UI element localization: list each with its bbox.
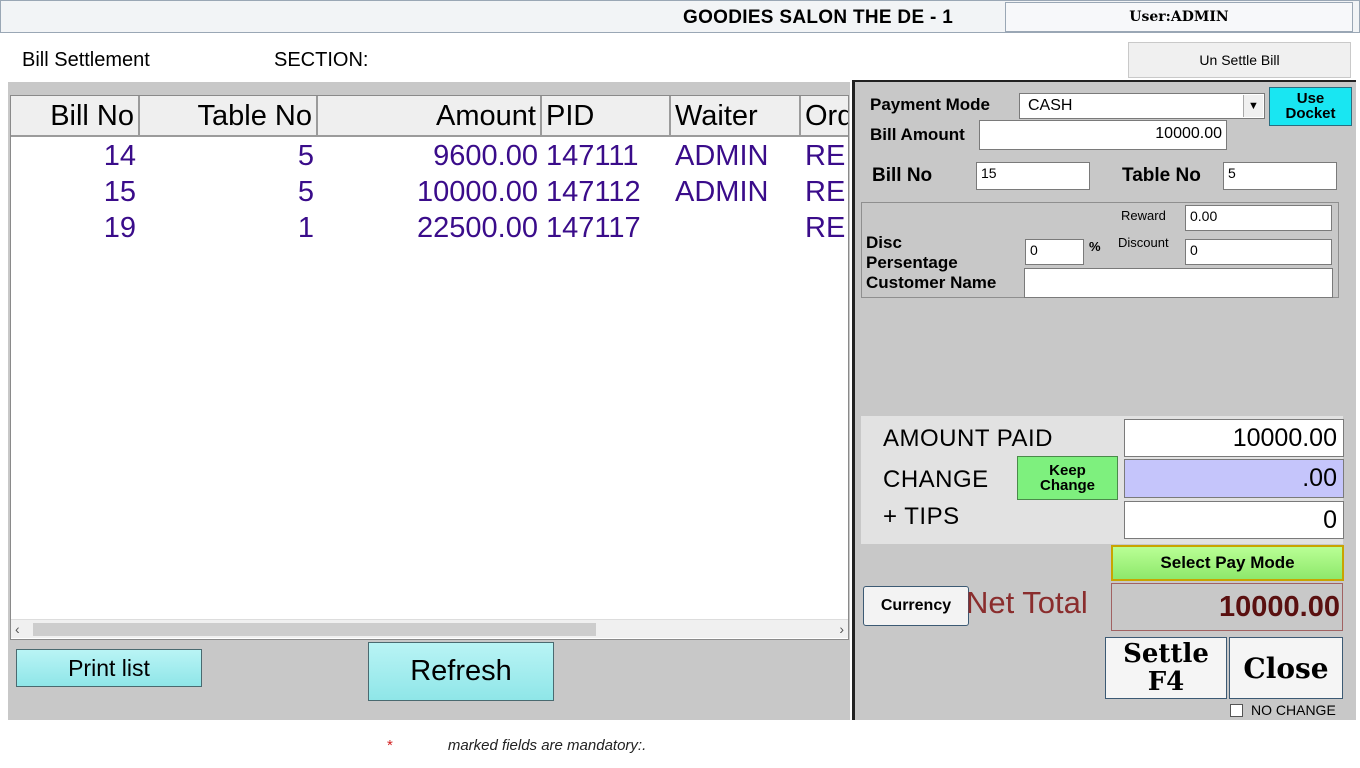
table-row[interactable]: 14 5 9600.00 147111 ADMIN RE (11, 138, 848, 174)
tips-label: + TIPS (883, 503, 960, 530)
cell-waiter: ADMIN (675, 176, 769, 208)
customer-name-field[interactable] (1024, 268, 1333, 298)
tips-field[interactable]: 0 (1124, 501, 1344, 539)
no-change-checkbox[interactable]: NO CHANGE (1230, 702, 1336, 718)
grid-header: Bill No Table No Amount PID Waiter Ord (11, 96, 848, 137)
cell-table-no: 5 (297, 176, 314, 208)
unsettle-bill-button[interactable]: Un Settle Bill (1128, 42, 1351, 78)
cell-amount: 9600.00 (433, 140, 538, 172)
use-docket-label-2: Docket (1285, 105, 1336, 122)
payment-mode-label: Payment Mode (870, 95, 990, 114)
disc-label-1: Disc (866, 233, 902, 252)
column-header-pid[interactable]: PID (542, 96, 671, 137)
chevron-down-icon[interactable]: ▼ (1243, 95, 1263, 117)
net-total-label: Net Total (966, 585, 1088, 620)
column-header-table-no[interactable]: Table No (140, 96, 318, 137)
bill-no-label: Bill No (872, 165, 933, 186)
change-field: .00 (1124, 459, 1344, 498)
bill-amount-field[interactable]: 10000.00 (979, 120, 1227, 150)
payment-mode-select[interactable]: CASH ▼ (1019, 93, 1265, 119)
cell-table-no: 1 (297, 212, 314, 244)
column-header-waiter[interactable]: Waiter (671, 96, 801, 137)
refresh-button[interactable]: Refresh (368, 642, 554, 701)
column-header-bill-no[interactable]: Bill No (11, 96, 140, 137)
discount-field[interactable]: 0 (1185, 239, 1332, 265)
reward-field[interactable]: 0.00 (1185, 205, 1332, 231)
section-label: SECTION: (274, 49, 369, 71)
amount-paid-label: AMOUNT PAID (883, 425, 1053, 452)
cell-order: RE (805, 176, 846, 208)
bill-amount-label: Bill Amount (870, 125, 965, 144)
cell-bill-no: 15 (103, 176, 136, 208)
mandatory-star-icon: * (387, 737, 393, 754)
use-docket-label-1: Use (1296, 90, 1325, 107)
column-header-order[interactable]: Ord (801, 96, 848, 137)
cell-order: RE (805, 212, 846, 244)
settle-label: Settle (1123, 639, 1209, 669)
discount-label: Discount (1118, 235, 1169, 250)
select-pay-mode-button[interactable]: Select Pay Mode (1111, 545, 1344, 581)
currency-button[interactable]: Currency (863, 586, 969, 626)
scroll-right-icon[interactable]: › (839, 620, 844, 639)
cell-order: RE (805, 140, 846, 172)
change-label: CHANGE (883, 466, 989, 493)
window-title: GOODIES SALON THE DE - 1 (683, 7, 954, 28)
no-change-label: NO CHANGE (1251, 702, 1336, 718)
keep-change-label-1: Keep (1049, 462, 1086, 479)
print-list-button[interactable]: Print list (16, 649, 202, 687)
cell-bill-no: 19 (103, 212, 136, 244)
mandatory-note: * marked fields are mandatory:. (387, 737, 646, 754)
keep-change-button[interactable]: Keep Change (1017, 456, 1118, 500)
user-indicator: User:ADMIN (1005, 2, 1353, 32)
cell-amount: 10000.00 (417, 176, 538, 208)
payment-mode-value: CASH (1028, 97, 1073, 114)
close-button[interactable]: Close (1229, 637, 1343, 699)
cell-bill-no: 14 (103, 140, 136, 172)
bill-no-field[interactable]: 15 (976, 162, 1090, 190)
cell-table-no: 5 (297, 140, 314, 172)
mandatory-text: marked fields are mandatory:. (447, 737, 647, 754)
percent-icon: % (1089, 239, 1101, 254)
settle-shortcut: F4 (1147, 667, 1185, 697)
column-header-amount[interactable]: Amount (318, 96, 542, 137)
cell-pid: 147117 (546, 212, 641, 244)
reward-label: Reward (1121, 208, 1166, 223)
disc-percentage-label: Disc Persentage (866, 233, 958, 273)
table-row[interactable]: 19 1 22500.00 147117 RE (11, 210, 848, 246)
cell-amount: 22500.00 (417, 212, 538, 244)
table-no-label: Table No (1122, 165, 1201, 186)
cell-waiter: ADMIN (675, 140, 769, 172)
amount-paid-field[interactable]: 10000.00 (1124, 419, 1344, 457)
horizontal-scrollbar[interactable]: ‹ › (11, 619, 848, 638)
page-title: Bill Settlement (22, 49, 150, 71)
cell-pid: 147112 (546, 176, 641, 208)
cell-waiter (671, 210, 801, 246)
scroll-thumb[interactable] (33, 623, 596, 636)
scroll-left-icon[interactable]: ‹ (15, 620, 20, 639)
net-total-value: 10000.00 (1111, 583, 1343, 631)
disc-label-2: Persentage (866, 253, 958, 272)
table-row[interactable]: 15 5 10000.00 147112 ADMIN RE (11, 174, 848, 210)
table-no-field[interactable]: 5 (1223, 162, 1337, 190)
title-bar: GOODIES SALON THE DE - 1 User:ADMIN (0, 0, 1360, 33)
disc-percentage-field[interactable]: 0 (1025, 239, 1084, 265)
use-docket-button[interactable]: Use Docket (1269, 87, 1352, 126)
customer-name-label: Customer Name (866, 273, 997, 292)
bills-grid[interactable]: Bill No Table No Amount PID Waiter Ord 1… (10, 95, 849, 640)
cell-pid: 147111 (546, 140, 639, 172)
checkbox-icon[interactable] (1230, 703, 1243, 717)
settle-button[interactable]: Settle F4 (1105, 637, 1227, 699)
keep-change-label-2: Change (1039, 477, 1095, 494)
